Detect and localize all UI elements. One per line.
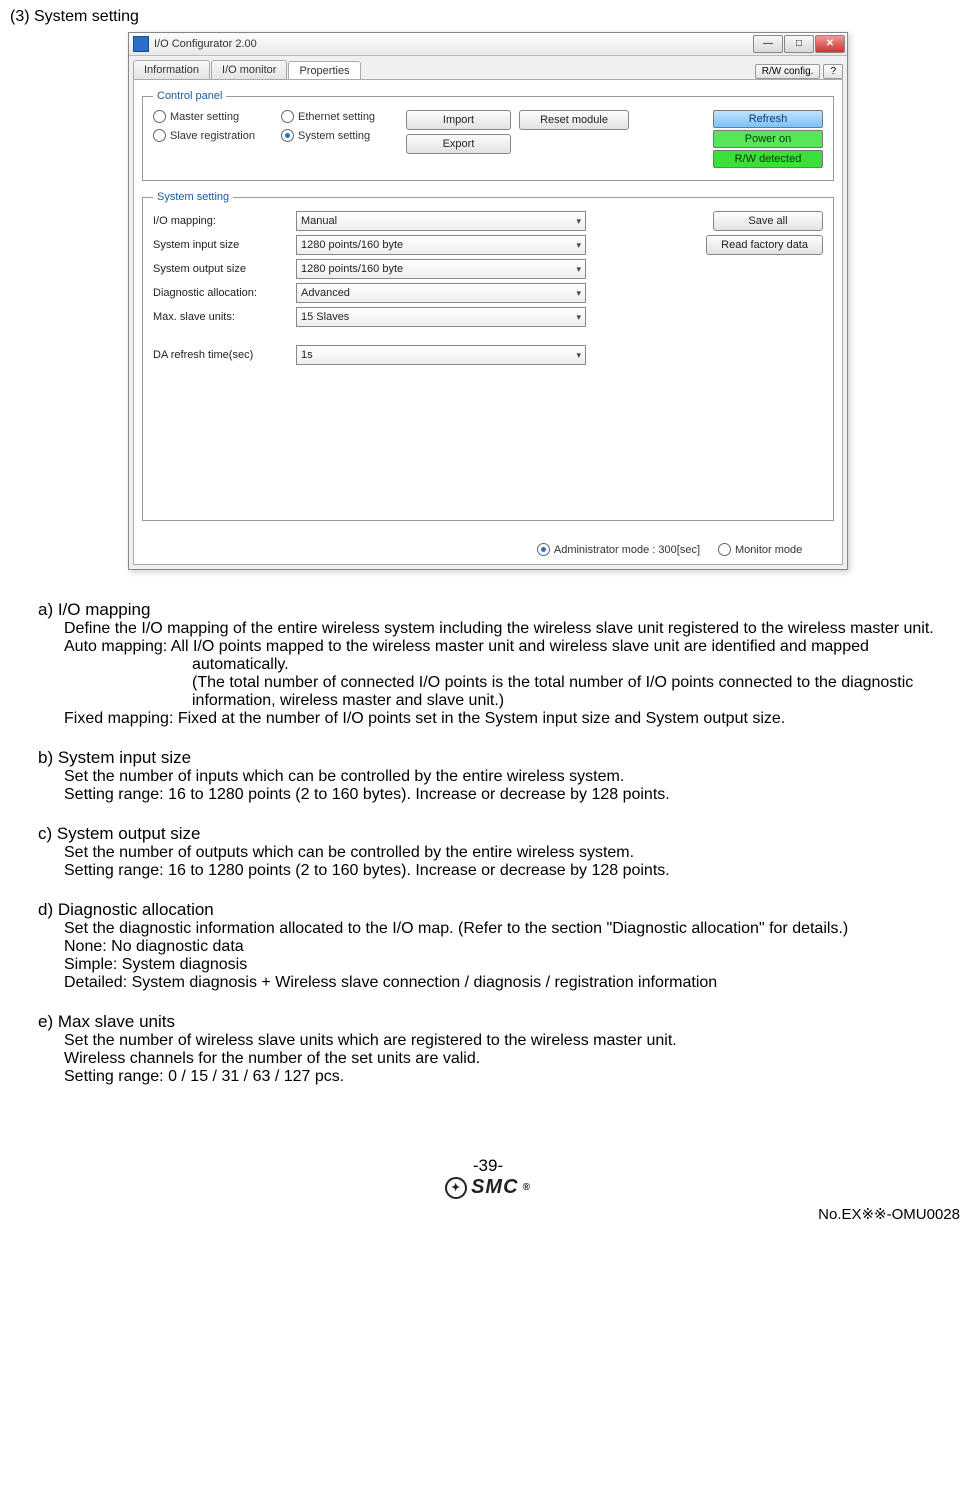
system-input-size-label: System input size [153,239,288,251]
desc-a-title: a) I/O mapping [38,600,966,620]
radio-label-text: Master setting [170,111,239,123]
radio-master-setting[interactable]: Master setting [153,110,263,123]
rw-detected-status: R/W detected [713,150,823,168]
da-refresh-time-label: DA refresh time(sec) [153,349,288,361]
da-refresh-time-dropdown[interactable]: 1s [296,345,586,365]
export-button[interactable]: Export [406,134,511,154]
close-button[interactable]: ✕ [815,35,845,53]
footer: -39- ✦ SMC® [10,1156,966,1199]
radio-monitor-mode[interactable]: Monitor mode [718,543,828,556]
window-controls: — □ ✕ [752,35,845,53]
titlebar: I/O Configurator 2.00 — □ ✕ [129,33,847,56]
desc-d-p1: Set the diagnostic information allocated… [64,920,966,938]
app-window: I/O Configurator 2.00 — □ ✕ Information … [128,32,848,570]
desc-d-p2: None: No diagnostic data [64,938,966,956]
read-factory-data-button[interactable]: Read factory data [706,235,823,255]
desc-d-title: d) Diagnostic allocation [38,900,966,920]
tab-properties[interactable]: Properties [288,61,360,80]
io-mapping-label: I/O mapping: [153,215,288,227]
system-output-size-label: System output size [153,263,288,275]
maximize-button[interactable]: □ [784,35,814,53]
document-number: No.EX※※-OMU0028 [10,1205,960,1223]
radio-icon [718,543,731,556]
radio-icon [153,110,166,123]
desc-b-p1: Set the number of inputs which can be co… [64,768,966,786]
radio-icon [281,129,294,142]
desc-e-title: e) Max slave units [38,1012,966,1032]
smc-logo-text: SMC [471,1176,518,1199]
mode-bar: Administrator mode : 300[sec] Monitor mo… [535,541,830,558]
section-heading: (3) System setting [10,8,966,26]
io-mapping-dropdown[interactable]: Manual [296,211,586,231]
desc-b-title: b) System input size [38,748,966,768]
rw-config-button[interactable]: R/W config. [755,64,821,79]
app-icon [133,36,149,52]
radio-label-text: Slave registration [170,130,255,142]
system-output-size-dropdown[interactable]: 1280 points/160 byte [296,259,586,279]
window-title: I/O Configurator 2.00 [154,38,752,50]
diagnostic-allocation-label: Diagnostic allocation: [153,287,288,299]
desc-e-p2: Wireless channels for the number of the … [64,1050,966,1068]
radio-slave-registration[interactable]: Slave registration [153,129,263,142]
save-all-button[interactable]: Save all [713,211,823,231]
radio-icon [281,110,294,123]
radio-icon [537,543,550,556]
desc-e-p1: Set the number of wireless slave units w… [64,1032,966,1050]
reset-module-button[interactable]: Reset module [519,110,629,130]
tab-io-monitor[interactable]: I/O monitor [211,60,287,79]
radio-label-text: System setting [298,130,370,142]
system-input-size-dropdown[interactable]: 1280 points/160 byte [296,235,586,255]
radio-admin-mode[interactable]: Administrator mode : 300[sec] [537,543,700,556]
system-setting-fieldset: System setting I/O mapping: Manual Save … [142,191,834,521]
smc-logo-icon: ✦ [445,1177,467,1199]
import-button[interactable]: Import [406,110,511,130]
desc-d-p3: Simple: System diagnosis [64,956,966,974]
admin-mode-label: Administrator mode : 300[sec] [554,544,700,556]
control-panel-fieldset: Control panel Master setting Ethernet se… [142,90,834,181]
desc-e-p3: Setting range: 0 / 15 / 31 / 63 / 127 pc… [64,1068,966,1086]
desc-a-fixed: Fixed mapping: Fixed at the number of I/… [64,710,966,728]
radio-icon [153,129,166,142]
desc-a-auto: Auto mapping: All I/O points mapped to t… [64,638,966,674]
page-number: -39- [10,1156,966,1176]
control-panel-legend: Control panel [153,90,226,102]
smc-logo: ✦ SMC® [445,1176,531,1199]
desc-a-p1: Define the I/O mapping of the entire wir… [64,620,966,638]
desc-d-p4: Detailed: System diagnosis + Wireless sl… [64,974,966,992]
help-button[interactable]: ? [823,64,843,79]
radio-label-text: Ethernet setting [298,111,375,123]
content-pane: Control panel Master setting Ethernet se… [133,79,843,565]
desc-b-p2: Setting range: 16 to 1280 points (2 to 1… [64,786,966,804]
tabs-row: Information I/O monitor Properties R/W c… [129,56,847,79]
desc-a-auto2: (The total number of connected I/O point… [64,674,966,710]
max-slave-units-label: Max. slave units: [153,311,288,323]
minimize-button[interactable]: — [753,35,783,53]
power-on-status: Power on [713,130,823,148]
desc-c-p1: Set the number of outputs which can be c… [64,844,966,862]
desc-c-title: c) System output size [38,824,966,844]
radio-system-setting[interactable]: System setting [281,129,391,142]
diagnostic-allocation-dropdown[interactable]: Advanced [296,283,586,303]
monitor-mode-label: Monitor mode [735,544,802,556]
desc-c-p2: Setting range: 16 to 1280 points (2 to 1… [64,862,966,880]
radio-ethernet-setting[interactable]: Ethernet setting [281,110,391,123]
system-setting-legend: System setting [153,191,233,203]
max-slave-units-dropdown[interactable]: 15 Slaves [296,307,586,327]
refresh-button[interactable]: Refresh [713,110,823,128]
tab-information[interactable]: Information [133,60,210,79]
